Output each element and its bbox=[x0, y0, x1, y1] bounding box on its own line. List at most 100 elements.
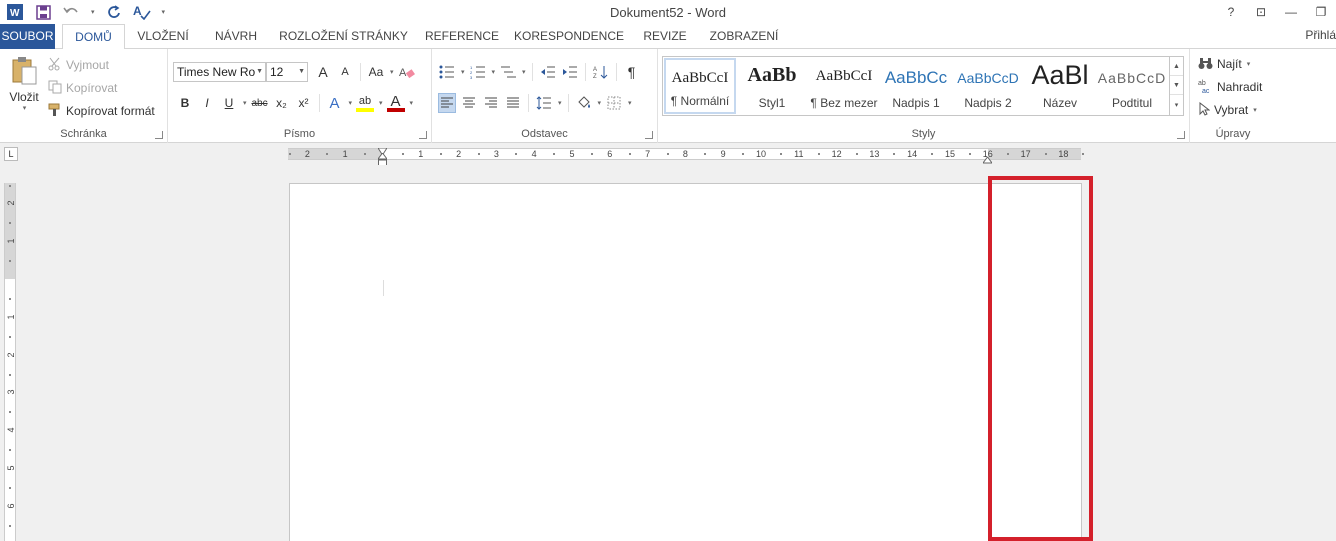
svg-text:3: 3 bbox=[470, 75, 473, 79]
numbering-dropdown[interactable]: ▾ bbox=[492, 68, 496, 76]
vertical-ruler[interactable]: 2 1 1 2 3 4 5 6 bbox=[4, 183, 16, 541]
shading-dropdown[interactable]: ▾ bbox=[598, 99, 602, 107]
separator bbox=[318, 94, 320, 112]
first-line-indent-marker[interactable] bbox=[377, 145, 388, 156]
ruler-tick-label: 12 bbox=[831, 149, 842, 159]
restore-button[interactable]: ❐ bbox=[1306, 2, 1336, 22]
font-size-dropdown-icon[interactable]: ▼ bbox=[298, 68, 305, 75]
show-formatting-marks-icon[interactable]: ¶ bbox=[623, 62, 641, 82]
tab-page-layout[interactable]: ROZLOŽENÍ STRÁNKY bbox=[276, 24, 411, 49]
tab-references[interactable]: REFERENCE bbox=[421, 24, 503, 49]
separator bbox=[615, 63, 617, 81]
style-title[interactable]: AaBl Název bbox=[1024, 58, 1096, 114]
font-launcher-icon[interactable] bbox=[419, 131, 427, 139]
font-color-dropdown[interactable]: ▾ bbox=[410, 99, 414, 107]
bullets-icon[interactable] bbox=[438, 62, 456, 82]
paragraph-launcher-icon[interactable] bbox=[645, 131, 653, 139]
right-indent-marker[interactable] bbox=[982, 153, 993, 164]
decrease-indent-icon[interactable] bbox=[539, 62, 557, 82]
increase-indent-icon[interactable] bbox=[561, 62, 579, 82]
replace-icon: ab ac bbox=[1198, 79, 1213, 96]
change-case-button[interactable]: Aa bbox=[367, 62, 385, 82]
line-spacing-dropdown[interactable]: ▾ bbox=[558, 99, 562, 107]
sign-in-link[interactable]: Přihlá bbox=[1305, 28, 1336, 42]
align-right-icon[interactable] bbox=[482, 93, 500, 113]
tab-insert[interactable]: VLOŽENÍ bbox=[130, 24, 196, 49]
strikethrough-button[interactable]: abc bbox=[251, 93, 269, 113]
underline-dropdown[interactable]: ▾ bbox=[243, 99, 247, 107]
help-button[interactable]: ? bbox=[1216, 2, 1246, 22]
tab-design[interactable]: NÁVRH bbox=[206, 24, 266, 49]
font-color-button[interactable]: A bbox=[386, 93, 405, 112]
replace-button[interactable]: ab ac Nahradit bbox=[1198, 77, 1262, 97]
clear-formatting-icon[interactable]: A bbox=[398, 62, 416, 82]
tab-file[interactable]: SOUBOR bbox=[0, 24, 55, 49]
ruler-tick-mark bbox=[288, 153, 291, 155]
styles-scroll-up-icon[interactable]: ▲ bbox=[1170, 57, 1183, 76]
numbering-icon[interactable]: 123 bbox=[469, 62, 487, 82]
ruler-tick-label: 13 bbox=[869, 149, 880, 159]
horizontal-ruler[interactable]: 2 1 1 2 3 4 5 6 7 8 9 10 11 12 13 14 15 16 17 18 bbox=[288, 148, 1085, 160]
tab-mailings[interactable]: KORESPONDENCE bbox=[512, 24, 626, 49]
underline-button[interactable]: U bbox=[220, 93, 238, 113]
text-effects-button[interactable]: A bbox=[326, 93, 344, 113]
styles-scroll-down-icon[interactable]: ▼ bbox=[1170, 76, 1183, 95]
select-button[interactable]: Vybrat ▾ bbox=[1198, 100, 1257, 120]
ruler-tick-mark bbox=[9, 297, 11, 300]
ruler-tick-mark bbox=[9, 260, 11, 263]
paste-button[interactable]: Vložit ▾ bbox=[6, 55, 42, 121]
find-dropdown[interactable]: ▾ bbox=[1247, 60, 1251, 68]
shrink-font-button[interactable]: A bbox=[336, 62, 354, 82]
change-case-dropdown[interactable]: ▾ bbox=[390, 68, 394, 76]
tab-view[interactable]: ZOBRAZENÍ bbox=[703, 24, 785, 49]
tab-stop-selector[interactable]: L bbox=[4, 147, 18, 161]
superscript-button[interactable]: x² bbox=[295, 93, 313, 113]
ruler-tick-mark bbox=[9, 373, 11, 376]
italic-button[interactable]: I bbox=[198, 93, 216, 113]
grow-font-button[interactable]: A bbox=[314, 62, 332, 82]
style-styl1[interactable]: AaBb Styl1 bbox=[736, 58, 808, 114]
borders-icon[interactable] bbox=[605, 93, 623, 113]
subscript-button[interactable]: x₂ bbox=[273, 93, 291, 113]
ruler-tick-label: 2 bbox=[304, 149, 310, 159]
line-spacing-icon[interactable] bbox=[535, 93, 553, 113]
styles-more-icon[interactable]: ▾ bbox=[1170, 95, 1183, 114]
paste-dropdown[interactable]: ▾ bbox=[7, 104, 42, 112]
format-painter-button[interactable]: Kopírovat formát bbox=[48, 101, 155, 121]
justify-icon[interactable] bbox=[504, 93, 522, 113]
sort-icon[interactable]: AZ bbox=[592, 62, 610, 82]
font-name-value: Times New Ro bbox=[177, 65, 256, 79]
ribbon-display-options-button[interactable]: ⊡ bbox=[1246, 2, 1276, 22]
borders-dropdown[interactable]: ▾ bbox=[628, 99, 632, 107]
font-name-dropdown-icon[interactable]: ▼ bbox=[256, 68, 263, 75]
text-effects-dropdown[interactable]: ▾ bbox=[349, 99, 353, 107]
tab-review[interactable]: REVIZE bbox=[636, 24, 694, 49]
style-normal[interactable]: AaBbCcI ¶ Normální bbox=[664, 58, 736, 114]
style-heading-1[interactable]: AaBbCc Nadpis 1 bbox=[880, 58, 952, 114]
highlight-color-dropdown[interactable]: ▾ bbox=[379, 99, 383, 107]
font-name-combo[interactable]: Times New Ro ▼ bbox=[173, 62, 266, 82]
styles-launcher-icon[interactable] bbox=[1177, 131, 1185, 139]
group-editing: Najít ▾ ab ac Nahradit Vybrat ▾ Úpravy bbox=[1190, 49, 1276, 143]
multilevel-list-icon[interactable] bbox=[499, 62, 517, 82]
tab-home[interactable]: DOMŮ bbox=[62, 24, 125, 50]
document-page[interactable] bbox=[289, 183, 1082, 541]
align-left-icon[interactable] bbox=[438, 93, 456, 113]
select-dropdown[interactable]: ▾ bbox=[1253, 106, 1257, 114]
style-no-spacing[interactable]: AaBbCcI ¶ Bez mezer bbox=[808, 58, 880, 114]
style-name: Nadpis 2 bbox=[964, 96, 1012, 110]
clipboard-launcher-icon[interactable] bbox=[155, 131, 163, 139]
style-heading-2[interactable]: AaBbCcD Nadpis 2 bbox=[952, 58, 1024, 114]
align-center-icon[interactable] bbox=[460, 93, 478, 113]
shading-icon[interactable] bbox=[575, 93, 593, 113]
multilevel-list-dropdown[interactable]: ▾ bbox=[522, 68, 526, 76]
find-button[interactable]: Najít ▾ bbox=[1198, 54, 1250, 74]
cut-button[interactable]: Vyjmout bbox=[48, 55, 109, 75]
font-size-combo[interactable]: 12 ▼ bbox=[266, 62, 308, 82]
copy-button[interactable]: Kopírovat bbox=[48, 78, 117, 98]
highlight-color-button[interactable]: ab bbox=[356, 94, 375, 112]
minimize-button[interactable]: — bbox=[1276, 2, 1306, 22]
style-subtitle[interactable]: AaBbCcD Podtitul bbox=[1096, 58, 1168, 114]
bullets-dropdown[interactable]: ▾ bbox=[461, 68, 465, 76]
bold-button[interactable]: B bbox=[176, 93, 194, 113]
